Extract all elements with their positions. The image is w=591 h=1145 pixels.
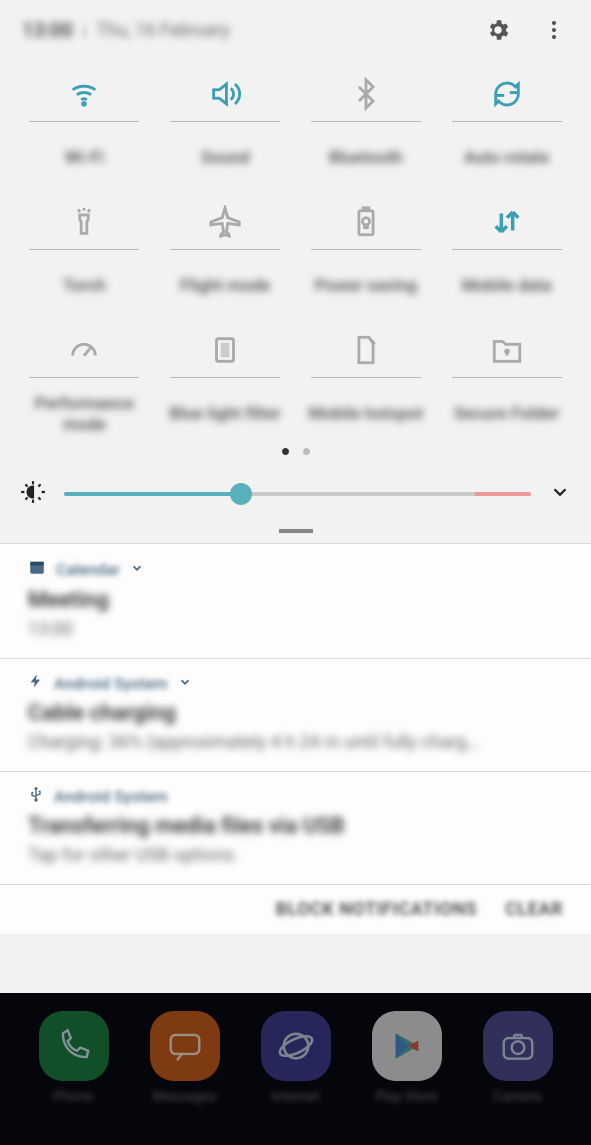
notif-title: Meeting: [28, 588, 563, 613]
notification-calendar[interactable]: Calendar Meeting 13:00: [0, 543, 591, 658]
notification-usb[interactable]: Android System Transferring media files …: [0, 771, 591, 884]
notif-title: Transferring media files via USB: [28, 814, 563, 839]
bolt-icon: [28, 673, 44, 693]
qs-wifi[interactable]: Wi-Fi: [14, 66, 155, 182]
dock-internet[interactable]: Internet: [261, 1011, 331, 1105]
dot-active: [282, 448, 289, 455]
notif-subtitle: Charging: 36% (approximately 4 h 24 m un…: [28, 732, 563, 753]
more-icon[interactable]: [539, 15, 569, 45]
quick-settings-grid: Wi-Fi Sound Bluetooth Auto rotate Torch …: [0, 60, 591, 438]
notif-title: Cable charging: [28, 701, 563, 726]
qs-label: Performance mode: [14, 392, 155, 438]
qs-label: Blue light filter: [165, 392, 285, 438]
notif-subtitle: Tap for other USB options.: [28, 845, 563, 866]
brightness-slider-row: [0, 463, 591, 525]
page-indicator[interactable]: [0, 438, 591, 463]
qs-mobiledata[interactable]: Mobile data: [436, 194, 577, 310]
qs-label: Mobile data: [458, 264, 556, 310]
brightness-icon: [20, 479, 46, 509]
dock-label: Phone: [54, 1089, 94, 1105]
dock: Phone Messages Internet Play Store Camer…: [0, 993, 591, 1145]
qs-bluelight[interactable]: Blue light filter: [155, 322, 296, 438]
qs-label: Flight mode: [176, 264, 274, 310]
qs-label: Bluetooth: [325, 136, 407, 182]
dock-label: Play Store: [375, 1089, 438, 1105]
qs-power[interactable]: Power saving: [296, 194, 437, 310]
chevron-down-icon[interactable]: [549, 481, 571, 507]
calendar-icon: [28, 558, 46, 580]
usb-icon: [28, 786, 44, 806]
gear-icon[interactable]: [483, 15, 513, 45]
slider-thumb[interactable]: [230, 483, 252, 505]
notification-charging[interactable]: Android System Cable charging Charging: …: [0, 658, 591, 771]
notif-app: Android System: [54, 787, 168, 806]
clock-date: Thu, 16 February: [97, 20, 230, 41]
dock-camera[interactable]: Camera: [483, 1011, 553, 1105]
chevron-down-icon[interactable]: [130, 560, 144, 579]
brightness-slider[interactable]: [64, 492, 531, 496]
chevron-down-icon[interactable]: [178, 674, 192, 693]
status-bar: 13:00 | Thu, 16 February: [0, 0, 591, 60]
drag-handle[interactable]: [0, 525, 591, 543]
qs-bluetooth[interactable]: Bluetooth: [296, 66, 437, 182]
notif-subtitle: 13:00: [28, 619, 563, 640]
clear-button[interactable]: CLEAR: [505, 899, 563, 920]
qs-label: Torch: [59, 264, 110, 310]
notification-actions: BLOCK NOTIFICATIONS CLEAR: [0, 884, 591, 934]
notif-app: Calendar: [56, 560, 120, 579]
dock-messages[interactable]: Messages: [150, 1011, 220, 1105]
qs-label: Auto rotate: [460, 136, 553, 182]
qs-label: Power saving: [311, 264, 421, 310]
qs-hotspot[interactable]: Mobile hotspot: [296, 322, 437, 438]
qs-secure[interactable]: Secure Folder: [436, 322, 577, 438]
dock-label: Messages: [152, 1089, 216, 1105]
block-notifications-button[interactable]: BLOCK NOTIFICATIONS: [275, 899, 477, 920]
dock-label: Internet: [271, 1089, 319, 1105]
notification-shade: 13:00 | Thu, 16 February Wi-Fi Sound Blu…: [0, 0, 591, 934]
dock-play[interactable]: Play Store: [372, 1011, 442, 1105]
qs-torch[interactable]: Torch: [14, 194, 155, 310]
qs-flight[interactable]: Flight mode: [155, 194, 296, 310]
qs-label: Mobile hotspot: [305, 392, 428, 438]
separator: |: [83, 21, 87, 40]
qs-label: Secure Folder: [450, 392, 563, 438]
qs-performance[interactable]: Performance mode: [14, 322, 155, 438]
dock-label: Camera: [493, 1089, 542, 1105]
dot: [303, 448, 310, 455]
dock-phone[interactable]: Phone: [39, 1011, 109, 1105]
clock-time: 13:00: [22, 18, 73, 42]
notif-app: Android System: [54, 674, 168, 693]
qs-autorotate[interactable]: Auto rotate: [436, 66, 577, 182]
qs-sound[interactable]: Sound: [155, 66, 296, 182]
qs-label: Sound: [197, 136, 254, 182]
qs-label: Wi-Fi: [61, 136, 108, 182]
